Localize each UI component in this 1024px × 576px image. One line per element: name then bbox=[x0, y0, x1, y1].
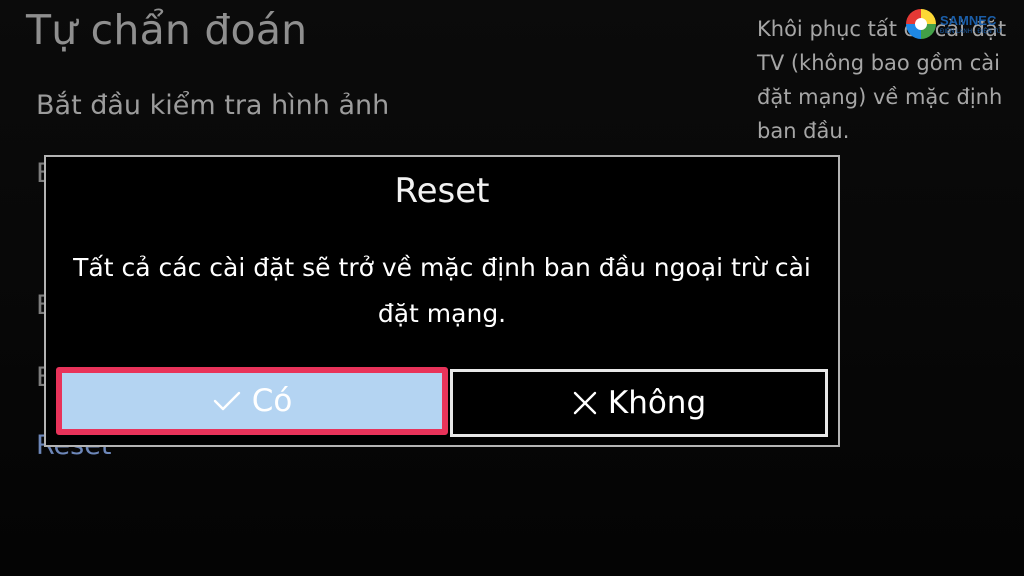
menu-item-picture-test[interactable]: Bắt đầu kiểm tra hình ảnh bbox=[36, 90, 389, 121]
close-icon bbox=[572, 390, 598, 416]
yes-button-label: Có bbox=[251, 383, 293, 419]
logo-text: SAMNEC bbox=[940, 12, 997, 28]
dialog-title: Reset bbox=[394, 171, 490, 211]
checkmark-icon bbox=[212, 389, 242, 413]
dialog-message: Tất cả các cài đặt sẽ trở về mặc định ba… bbox=[73, 253, 811, 328]
samnec-logo: SAMNEC ĐIỆN LẠNH - ĐIỆN TỬ bbox=[906, 6, 1014, 42]
page-title: Tự chẩn đoán bbox=[26, 6, 308, 54]
reset-dialog: Reset Tất cả các cài đặt sẽ trở về mặc đ… bbox=[44, 155, 840, 447]
yes-button[interactable]: Có bbox=[56, 367, 448, 435]
logo-tagline: ĐIỆN LẠNH - ĐIỆN TỬ bbox=[940, 28, 1003, 35]
no-button[interactable]: Không bbox=[450, 369, 828, 437]
no-button-label: Không bbox=[607, 385, 707, 421]
samnec-logo-icon bbox=[906, 9, 936, 39]
tv-settings-screen: Tự chẩn đoán Bắt đầu kiểm tra hình ảnh B… bbox=[0, 0, 1024, 576]
